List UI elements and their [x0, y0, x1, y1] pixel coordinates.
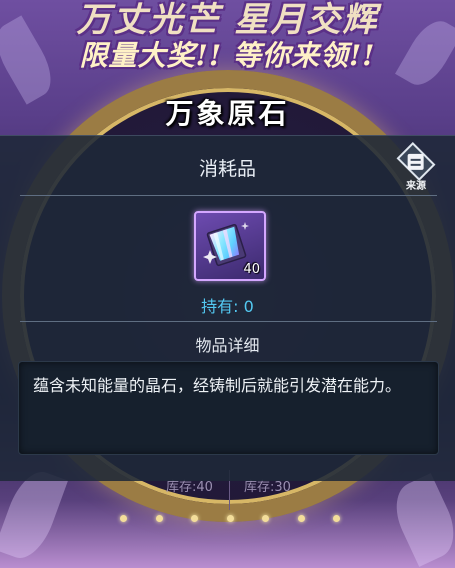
- owned-count: 持有: 0: [201, 297, 254, 316]
- divider: [20, 195, 437, 196]
- source-button[interactable]: 来源: [393, 142, 439, 192]
- event-banner-subtitle: 限量大奖!! 等你来领!!: [79, 39, 376, 72]
- wheel-lights: [120, 510, 340, 526]
- item-name: 万象原石: [165, 97, 290, 130]
- item-description: 蕴含未知能量的晶石，经铸制后就能引发潜在能力。: [18, 361, 439, 455]
- source-label: 来源: [406, 181, 426, 192]
- list-icon: [396, 142, 436, 181]
- item-icon[interactable]: 40: [194, 211, 266, 281]
- item-category: 消耗品: [198, 158, 256, 180]
- divider: [20, 321, 437, 322]
- item-quantity-badge: 40: [243, 262, 260, 277]
- details-heading: 物品详细: [195, 336, 260, 355]
- item-info-panel: 消耗品 来源 40 持有: 0 物品详细 蕴含未知能量的晶石，经铸制后就能引发潜…: [0, 135, 455, 481]
- leaf-decoration: [385, 473, 455, 567]
